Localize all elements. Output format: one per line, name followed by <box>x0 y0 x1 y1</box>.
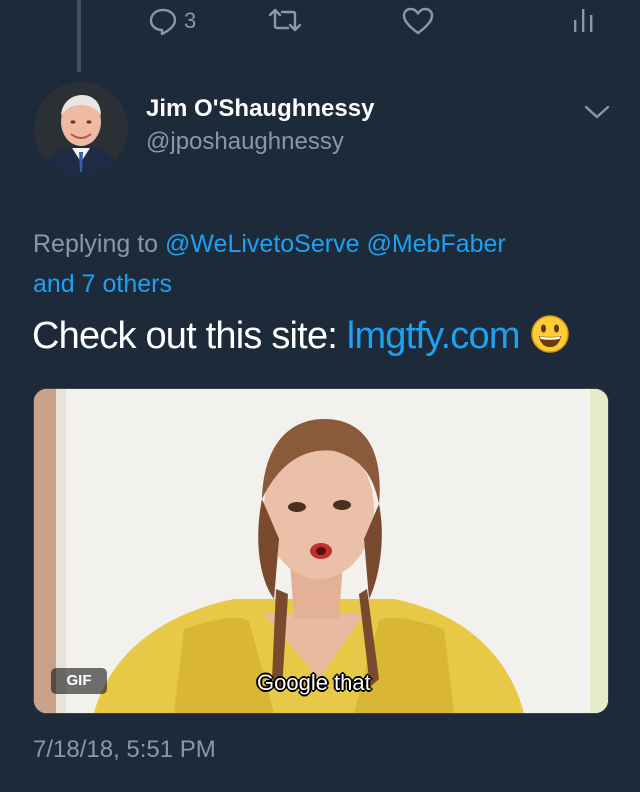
gif-caption: Google that <box>257 670 371 695</box>
replying-to-line: Replying to @WeLivetoServe @MebFaber and… <box>33 224 613 304</box>
reply-icon <box>149 8 177 36</box>
retweet-icon <box>268 8 302 32</box>
more-options-button[interactable] <box>584 104 610 125</box>
gif-frame-image <box>34 389 608 713</box>
other-mentions-link[interactable]: and 7 others <box>33 270 172 298</box>
thread-connector-line <box>77 0 81 72</box>
tweet-text-prefix: Check out this site: <box>32 315 347 357</box>
heart-icon <box>402 7 434 35</box>
bar-chart-icon <box>574 9 593 32</box>
tweet-header: Jim O'Shaughnessy @jposhaughnessy <box>34 82 614 182</box>
author-handle[interactable]: @jposhaughnessy <box>146 128 344 156</box>
gif-media[interactable]: GIF Google that <box>33 388 609 714</box>
author-avatar[interactable] <box>34 82 128 176</box>
reply-button[interactable]: 3 <box>148 6 196 36</box>
tweet-url-link[interactable]: lmgtfy.com <box>347 315 521 357</box>
avatar-portrait <box>34 82 128 176</box>
replying-prefix: Replying to <box>33 230 166 258</box>
chevron-down-icon <box>584 105 610 119</box>
mention-link[interactable]: @WeLivetoServe <box>165 230 359 258</box>
previous-tweet-actions: 3 <box>140 0 610 44</box>
retweet-button[interactable] <box>268 6 302 34</box>
reply-count: 3 <box>184 8 197 33</box>
tweet-timestamp: 7/18/18, 5:51 PM <box>33 736 216 763</box>
like-button[interactable] <box>402 6 434 36</box>
smiley-emoji-icon <box>530 314 570 364</box>
author-name[interactable]: Jim O'Shaughnessy <box>146 95 374 123</box>
tweet-text: Check out this site: lmgtfy.com <box>32 314 570 364</box>
gif-badge: GIF <box>51 668 107 694</box>
mention-link[interactable]: @MebFaber <box>366 230 505 258</box>
analytics-button[interactable] <box>572 6 596 34</box>
